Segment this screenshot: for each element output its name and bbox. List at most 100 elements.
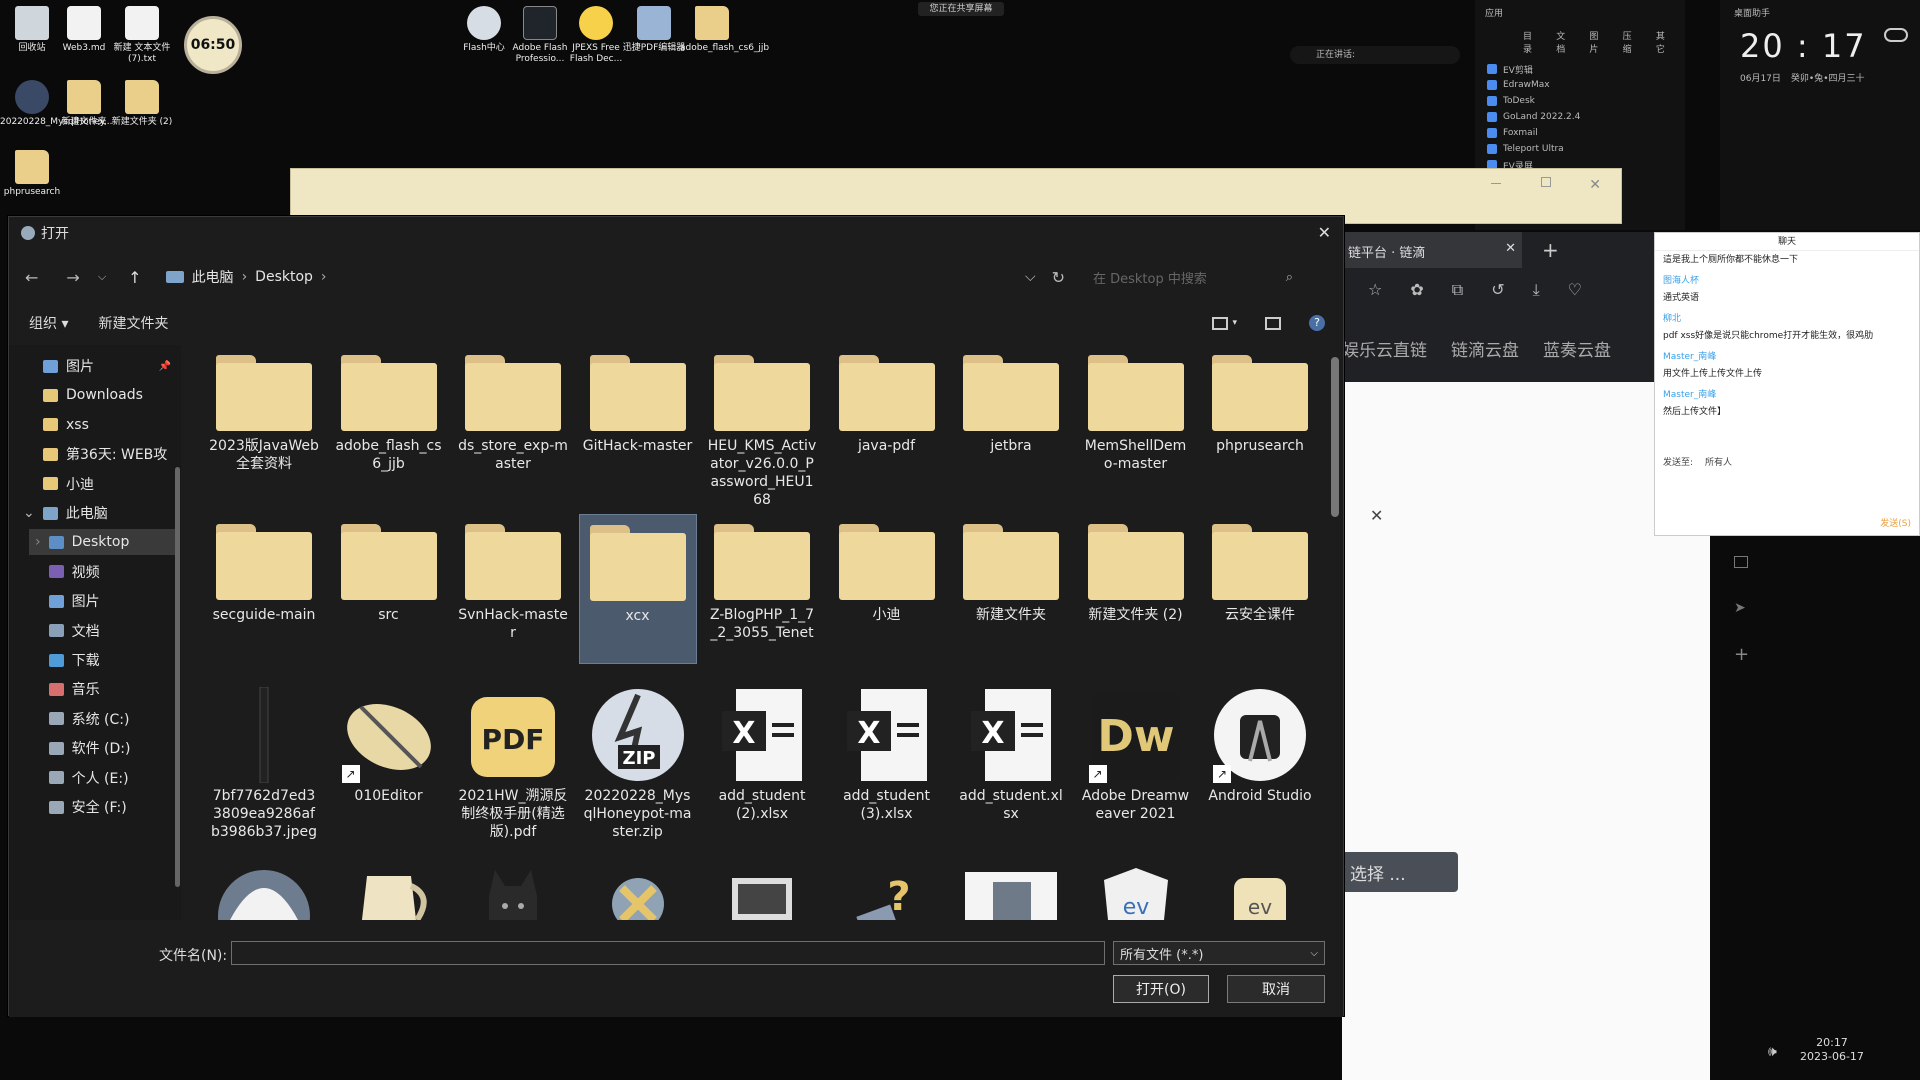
breadcrumb-desktop[interactable]: Desktop — [255, 269, 313, 285]
background-window-close-icon[interactable]: ✕ — [1589, 177, 1601, 193]
back-icon[interactable]: ← — [25, 268, 38, 287]
taskbar-clock[interactable]: 20:17 2023-06-17 — [1800, 1036, 1864, 1064]
file-item[interactable] — [703, 852, 821, 920]
collections-icon[interactable]: ⧉ — [1452, 280, 1463, 300]
download-icon[interactable]: ⤓ — [1533, 280, 1540, 300]
file-item[interactable] — [952, 852, 1070, 920]
app-panel-item[interactable]: ToDesk — [1475, 93, 1685, 109]
chat-input[interactable] — [1663, 475, 1911, 515]
address-bar[interactable]: 此电脑 › Desktop › ⌵ — [165, 262, 1036, 292]
folder-item[interactable]: xcx — [578, 514, 697, 664]
folder-item[interactable]: phprusearch — [1201, 345, 1319, 495]
app-panel-item[interactable]: Foxmail — [1475, 125, 1685, 141]
tab-close-icon[interactable]: ✕ — [1505, 241, 1516, 256]
app-panel-item[interactable]: EdrawMax — [1475, 77, 1685, 93]
app-panel-tab[interactable]: 其它 — [1656, 29, 1667, 55]
view-options-icon[interactable] — [1212, 316, 1229, 330]
history-icon[interactable]: ↺ — [1491, 280, 1504, 300]
sidebar-item-folder[interactable]: 第36天: WEB攻 — [43, 441, 179, 467]
app-panel-item[interactable]: Teleport Ultra — [1475, 141, 1685, 157]
background-window-minimize-icon[interactable] — [1491, 183, 1501, 184]
file-item[interactable]: ev — [1077, 852, 1195, 920]
cancel-button[interactable]: 取消 — [1227, 975, 1325, 1003]
app-panel-tab[interactable]: 目录 — [1523, 29, 1534, 55]
file-item[interactable] — [579, 852, 697, 920]
file-item[interactable]: Xadd_student (2).xlsx — [703, 683, 821, 833]
file-item[interactable]: PDF 2021HW_溯源反制终极手册(精选版).pdf — [454, 683, 572, 840]
desktop-icon[interactable]: JPEXS Free Flash Dec... — [564, 6, 628, 65]
view-dropdown-icon[interactable]: ▾ — [1232, 318, 1237, 328]
file-item[interactable] — [330, 852, 448, 920]
desktop-icon[interactable]: Flash中心 — [452, 6, 516, 54]
breadcrumb-pc[interactable]: 此电脑 — [192, 267, 234, 287]
desktop-icon[interactable]: 迅捷PDF编辑器 — [622, 6, 686, 54]
browser-tab[interactable]: 链平台 · 链滴 ✕ — [1342, 232, 1522, 268]
folder-item[interactable]: adobe_flash_cs6_jjb — [330, 345, 448, 495]
file-item[interactable] — [205, 852, 323, 920]
filename-input[interactable] — [231, 941, 1105, 965]
file-item[interactable]: Dw ↗ Adobe Dreamweaver 2021 — [1077, 683, 1195, 833]
select-button[interactable]: 选择 ... — [1342, 852, 1458, 892]
desktop-icon[interactable]: 新建文件夹 (2) — [110, 80, 174, 128]
file-item[interactable]: Xadd_student.xlsx — [952, 683, 1070, 833]
recent-dropdown-icon[interactable]: ⌵ — [98, 270, 106, 284]
sidebar-item-music[interactable]: ›音乐 — [43, 676, 179, 702]
help-icon[interactable]: ? — [1309, 315, 1325, 331]
side-send-icon[interactable]: ➤ — [1734, 600, 1746, 616]
chat-send-button[interactable]: 发送(S) — [1880, 516, 1911, 529]
organize-menu[interactable]: 组织 ▾ — [29, 313, 68, 333]
side-image-icon[interactable] — [1734, 556, 1748, 568]
new-folder-button[interactable]: 新建文件夹 — [98, 313, 168, 333]
file-item[interactable]: ↗ Android Studio — [1201, 683, 1319, 833]
folder-item[interactable]: java-pdf — [828, 345, 946, 495]
sidebar-item-folder[interactable]: 小迪 — [43, 471, 179, 497]
volume-icon[interactable]: 🕪 — [1768, 1044, 1777, 1060]
sidebar-item-docs[interactable]: ›文档 — [43, 618, 179, 644]
bookmark-item[interactable]: 蓝奏云盘 — [1543, 336, 1611, 361]
sidebar-item-desktop[interactable]: › Desktop — [29, 529, 179, 556]
sidebar-item-this-pc[interactable]: ⌄ 此电脑 — [23, 500, 179, 526]
heart-icon[interactable]: ♡ — [1568, 280, 1582, 300]
background-window-maximize-icon[interactable] — [1541, 177, 1551, 187]
search-input[interactable]: 在 Desktop 中搜索 — [1093, 268, 1207, 287]
app-panel-tab[interactable]: 文档 — [1556, 29, 1567, 55]
folder-item[interactable]: 新建文件夹 (2) — [1077, 514, 1195, 664]
folder-item[interactable]: SvnHack-master — [454, 514, 572, 664]
sidebar-item-folder[interactable]: Downloads — [43, 382, 179, 408]
sidebar-item-drive[interactable]: ›安全 (F:) — [43, 794, 179, 820]
sidebar-item-video[interactable]: ›视频 — [43, 559, 179, 585]
sidebar-item-download[interactable]: ›下载 — [43, 647, 179, 673]
expand-chevron-icon[interactable]: ⌄ — [23, 505, 35, 521]
sidebar-item-pictures[interactable]: ›图片 — [43, 588, 179, 614]
send-to-select[interactable]: 所有人 — [1705, 455, 1732, 468]
folder-item[interactable]: jetbra — [952, 345, 1070, 495]
dialog-close-icon[interactable]: ✕ — [1318, 223, 1331, 242]
folder-item[interactable]: 云安全课件 — [1201, 514, 1319, 664]
preview-pane-icon[interactable] — [1265, 316, 1281, 330]
desktop-icon[interactable]: phprusearch — [0, 150, 64, 198]
new-tab-icon[interactable]: + — [1542, 238, 1559, 262]
app-panel-item[interactable]: GoLand 2022.2.4 — [1475, 109, 1685, 125]
sidebar-item-drive[interactable]: ›个人 (E:) — [43, 765, 179, 791]
file-item[interactable]: ↗ 010Editor — [330, 683, 448, 833]
sidebar-scrollbar[interactable] — [175, 467, 180, 887]
address-dropdown-icon[interactable]: ⌵ — [1025, 269, 1036, 285]
bookmark-item[interactable]: 娱乐云直链 — [1342, 336, 1427, 361]
folder-item[interactable]: 新建文件夹 — [952, 514, 1070, 664]
desktop-icon[interactable]: Web3.md — [52, 6, 116, 54]
app-panel-item[interactable]: EV剪辑 — [1475, 61, 1685, 77]
folder-item[interactable]: MemShellDemo-master — [1077, 345, 1195, 495]
open-button[interactable]: 打开(O) — [1113, 975, 1209, 1003]
sidebar-item-drive[interactable]: ›软件 (D:) — [43, 735, 179, 761]
desktop-icon[interactable]: 新建文件夹 — [52, 80, 116, 128]
up-icon[interactable]: ↑ — [128, 268, 141, 287]
folder-item[interactable]: secguide-main — [205, 514, 323, 664]
desktop-icon[interactable]: 新建 文本文件 (7).txt — [110, 6, 174, 65]
desktop-icon[interactable]: adobe_flash_cs6_jjb — [680, 6, 769, 54]
filetype-select[interactable]: 所有文件 (*.*) ⌵ — [1113, 941, 1325, 965]
sidebar-item-folder[interactable]: xss — [43, 412, 179, 438]
extension-icon[interactable]: ✿ — [1410, 280, 1423, 300]
folder-item[interactable]: 2023版JavaWeb全套资料 — [205, 345, 323, 495]
folder-item[interactable]: src — [330, 514, 448, 664]
file-item[interactable]: 7bf7762d7ed33809ea9286afb3986b37.jpeg — [205, 683, 323, 840]
